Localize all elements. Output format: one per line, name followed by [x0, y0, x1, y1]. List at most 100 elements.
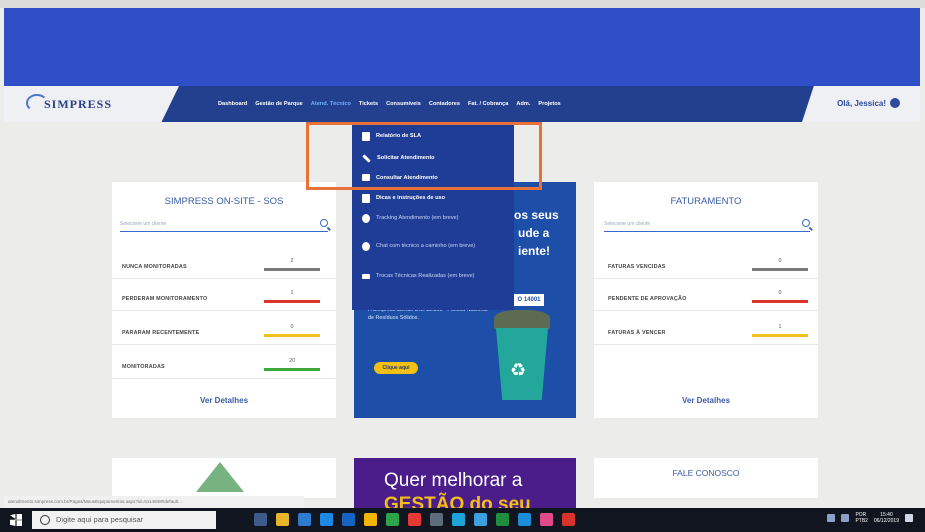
nav-item-faturamento-cobranca[interactable]: Fat. / Cobrança — [468, 101, 508, 107]
taskbar-search-input[interactable]: Digite aqui para pesquisar — [32, 511, 216, 529]
sos-row-value: 1 — [290, 290, 294, 296]
network-icon[interactable] — [827, 514, 836, 522]
promo-line-2: ude a — [518, 226, 550, 240]
acrobat-icon[interactable] — [408, 513, 421, 526]
store-icon[interactable] — [298, 513, 311, 526]
cortana-icon — [40, 515, 50, 525]
clock[interactable]: 15:40 06/12/2019 — [874, 512, 899, 524]
promo2-line-1: Quer melhorar a — [384, 470, 523, 491]
sos-card-title: SIMPRESS ON-SITE - SOS — [164, 196, 284, 207]
sos-details-link[interactable]: Ver Detalhes — [112, 396, 336, 405]
calculator-icon[interactable] — [430, 513, 443, 526]
user-menu-icon[interactable] — [890, 98, 900, 108]
contact-card[interactable]: FALE CONOSCO — [594, 458, 818, 498]
promo-button[interactable]: Clique aqui — [374, 362, 418, 374]
faturamento-card: FATURAMENTO Selecione um cliente FATURAS… — [594, 182, 818, 418]
clock-date: 06/12/2019 — [873, 518, 899, 524]
nav-item-contadores[interactable]: Contadores — [429, 101, 460, 107]
chrome-icon[interactable] — [364, 513, 377, 526]
nav-item-projetos[interactable]: Projetos — [538, 101, 560, 107]
row-divider — [112, 278, 336, 279]
logo-container: SIMPRESS — [4, 86, 179, 122]
nav-item-dashboard[interactable]: Dashboard — [218, 101, 247, 107]
logo[interactable]: SIMPRESS — [44, 97, 112, 112]
dropdown-item-dicas[interactable]: Dicas e instruções de uso — [352, 194, 514, 203]
row-divider — [112, 310, 336, 311]
language-indicator[interactable]: POR PTB2 — [855, 512, 868, 524]
faturamento-search-placeholder: Selecione um cliente — [604, 221, 651, 227]
globe-icon — [362, 214, 370, 223]
faturamento-card-title: FATURAMENTO — [670, 196, 742, 207]
sos-row-bar — [264, 268, 320, 271]
sos-row-label: MONITORADAS — [122, 364, 165, 370]
nav-item-consumiveis[interactable]: Consumíveis — [386, 101, 421, 107]
sos-row-value: 2 — [290, 258, 294, 264]
row-divider — [112, 344, 336, 345]
outlook-icon[interactable] — [342, 513, 355, 526]
search-icon[interactable] — [320, 219, 328, 227]
faturamento-row-bar — [752, 300, 808, 303]
user-greeting[interactable]: Olá, Jessica! — [837, 99, 886, 108]
main-navbar: SIMPRESS Dashboard Gestão de Parque Aten… — [4, 86, 920, 122]
status-bar-url: atendimento.simpress.com.br/Pages/MeusEq… — [4, 496, 304, 508]
explorer-icon[interactable] — [276, 513, 289, 526]
nav-menu: Dashboard Gestão de Parque Atend. Técnic… — [218, 86, 561, 122]
edge-icon[interactable] — [320, 513, 333, 526]
windows-start-icon[interactable] — [10, 514, 22, 526]
app-icon-3[interactable] — [540, 513, 553, 526]
sos-row-label: PERDERAM MONITORAMENTO — [122, 296, 208, 302]
skype-icon[interactable] — [518, 513, 531, 526]
notifications-icon[interactable] — [905, 514, 913, 522]
nav-item-tickets[interactable]: Tickets — [359, 101, 378, 107]
row-divider — [594, 310, 818, 311]
faturamento-row-bar — [752, 268, 808, 271]
sos-row-value: 0 — [290, 324, 294, 330]
faturamento-row-value: 1 — [778, 324, 782, 330]
faturamento-row-value: 0 — [778, 258, 782, 264]
faturamento-search-input[interactable]: Selecione um cliente — [604, 218, 810, 232]
app-icon-4[interactable] — [562, 513, 575, 526]
annotation-highlight-box — [306, 122, 542, 190]
app-icon-2[interactable] — [474, 513, 487, 526]
sos-row-value: 20 — [289, 358, 295, 364]
book-icon — [362, 194, 370, 203]
search-icon[interactable] — [802, 219, 810, 227]
task-view-icon[interactable] — [254, 513, 267, 526]
app-icon-1[interactable] — [452, 513, 465, 526]
row-divider — [112, 378, 336, 379]
volume-icon[interactable] — [841, 514, 850, 522]
recycle-icon: ♻ — [510, 360, 527, 380]
nav-item-atend-tecnico[interactable]: Atend. Técnico — [311, 101, 351, 107]
iso-badge: O 14001 — [514, 294, 544, 306]
nav-item-adm[interactable]: Adm. — [516, 101, 530, 107]
taskbar-search-placeholder: Digite aqui para pesquisar — [56, 515, 144, 524]
dropdown-item-tracking[interactable]: Tracking Atendimento (em breve) — [352, 214, 514, 223]
taskbar-apps — [254, 513, 575, 526]
photo-border — [0, 0, 925, 8]
sos-row-label: NUNCA MONITORADAS — [122, 264, 187, 270]
faturamento-row-value: 0 — [778, 290, 782, 296]
promo-line-3: iente! — [518, 244, 551, 258]
excel-icon[interactable] — [496, 513, 509, 526]
photos-icon[interactable] — [386, 513, 399, 526]
contact-title: FALE CONOSCO — [672, 468, 740, 478]
user-greeting-container: Olá, Jessica! — [802, 86, 920, 122]
sos-row-bar — [264, 300, 320, 303]
faturamento-row-label: FATURAS À VENCER — [608, 330, 666, 336]
sos-search-placeholder: Selecione um cliente — [120, 221, 167, 227]
faturamento-details-link[interactable]: Ver Detalhes — [594, 396, 818, 405]
system-tray: POR PTB2 15:40 06/12/2019 — [827, 512, 913, 524]
chat-icon — [362, 242, 370, 251]
dropdown-item-chat[interactable]: Chat com técnico a caminho (em breve) — [352, 242, 514, 251]
windows-taskbar: Digite aqui para pesquisar POR PTB2 15:4… — [0, 508, 925, 532]
top-banner — [4, 8, 920, 86]
sos-row-bar — [264, 368, 320, 371]
row-divider — [594, 278, 818, 279]
nav-item-gestao-parque[interactable]: Gestão de Parque — [255, 101, 303, 107]
faturamento-row-bar — [752, 334, 808, 337]
dropdown-item-trocas[interactable]: Trocas Técnicas Realizadas (em breve) — [352, 272, 514, 280]
faturamento-row-label: PENDENTE DE APROVAÇÃO — [608, 296, 687, 302]
sos-search-input[interactable]: Selecione um cliente — [120, 218, 328, 232]
sos-row-label: PARARAM RECENTEMENTE — [122, 330, 200, 336]
row-divider — [594, 344, 818, 345]
